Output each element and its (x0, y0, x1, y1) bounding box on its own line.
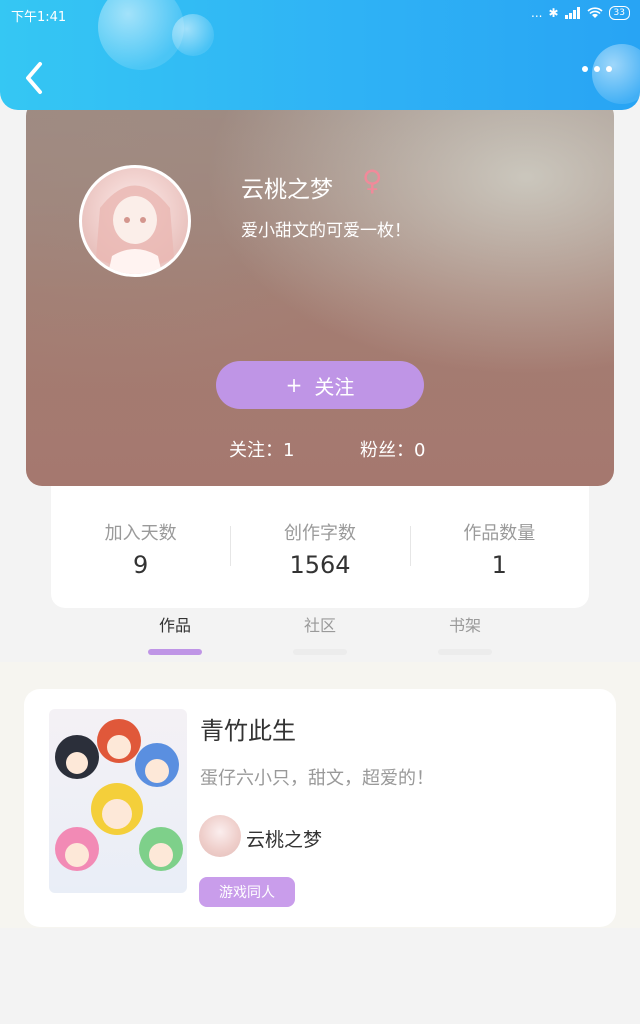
tab-bookshelf[interactable]: 书架 (395, 612, 535, 636)
more-dot-icon (582, 66, 588, 72)
signal-icon (564, 7, 580, 19)
status-time: 下午1:41 (11, 10, 67, 25)
plus-icon: + (285, 373, 303, 397)
cover-illustration (55, 719, 183, 871)
tab-works[interactable]: 作品 (105, 612, 245, 636)
stat-label: 创作字数 (283, 523, 356, 544)
top-header: 下午1:41 ... ✱ 33 (0, 0, 640, 110)
stat-value: 1 (491, 551, 507, 579)
decor-bubble-right (592, 44, 640, 104)
female-gender-icon: ♀ (362, 164, 383, 197)
work-description: 蛋仔六小只，甜文，超爱的！ (200, 768, 434, 789)
stat-value: 1564 (289, 551, 351, 579)
stat-label: 加入天数 (104, 523, 177, 544)
bluetooth-icon: ✱ (548, 6, 559, 20)
stat-label: 作品数量 (463, 523, 536, 544)
tab-indicator-bookshelf (438, 649, 492, 655)
wifi-icon (586, 7, 603, 18)
stat-works-count: 作品数量 1 (409, 486, 589, 608)
tab-bar: 作品 社区 书架 (0, 612, 640, 662)
chevron-left-icon (26, 62, 42, 94)
user-name: 云桃之梦 (241, 177, 333, 203)
following-count[interactable]: 关注：1 (229, 436, 294, 462)
more-dot-icon (606, 66, 612, 72)
back-button[interactable] (20, 58, 50, 98)
avatar-illustration (96, 185, 174, 274)
stats-card: 加入天数 9 创作字数 1564 作品数量 1 (51, 486, 589, 608)
book-cover-image[interactable] (49, 709, 187, 893)
tab-indicator-community (293, 649, 347, 655)
author-avatar[interactable] (199, 815, 241, 857)
battery-indicator: 33 (608, 6, 630, 20)
genre-tag[interactable]: 游戏同人 (199, 877, 295, 907)
stat-join-days: 加入天数 9 (51, 486, 230, 608)
stat-word-count: 创作字数 1564 (230, 486, 409, 608)
author-name[interactable]: 云桃之梦 (246, 825, 322, 852)
status-bar: 下午1:41 ... ✱ 33 (0, 0, 640, 28)
tab-indicator-works (148, 649, 202, 655)
status-dots: ... (531, 6, 543, 20)
tab-community[interactable]: 社区 (250, 612, 390, 636)
stat-value: 9 (133, 551, 149, 579)
follow-button[interactable]: + 关注 (216, 361, 424, 409)
fans-count[interactable]: 粉丝：0 (360, 436, 425, 462)
work-card[interactable]: 青竹此生 蛋仔六小只，甜文，超爱的！ 云桃之梦 游戏同人 (24, 689, 616, 927)
follow-button-label: 关注 (314, 374, 355, 399)
more-dot-icon (594, 66, 600, 72)
profile-hero: 云桃之梦 ♀ 爱小甜文的可爱一枚！ + 关注 关注：1 粉丝：0 (26, 100, 614, 486)
user-avatar[interactable] (79, 165, 191, 277)
more-button[interactable] (582, 66, 612, 72)
status-icons: ... ✱ 33 (531, 6, 630, 20)
user-bio: 爱小甜文的可爱一枚！ (241, 221, 411, 241)
work-title[interactable]: 青竹此生 (200, 711, 296, 746)
